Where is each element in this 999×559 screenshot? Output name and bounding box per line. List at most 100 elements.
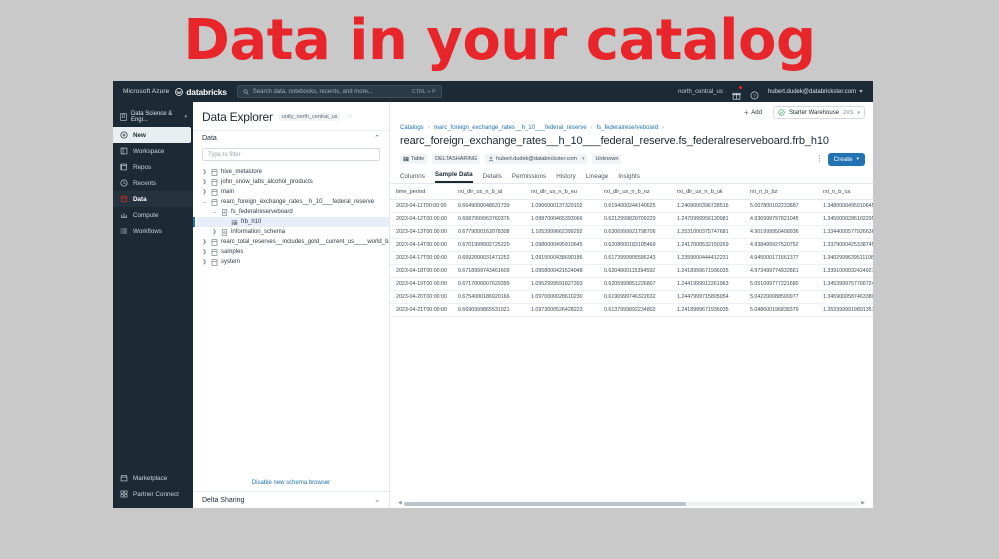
tab-sample-data[interactable]: Sample Data <box>434 171 473 183</box>
table-row[interactable]: 2023-04-21T00:00:00 0.6690999865531921 1… <box>390 303 873 317</box>
persona-switcher[interactable]: D Data Science & Engi... ▾ <box>113 107 193 127</box>
scrollbar-track[interactable] <box>403 501 860 506</box>
cell-value: 1.0906000137329102 <box>525 199 598 213</box>
create-button[interactable]: Create ▾ <box>827 152 865 166</box>
scrollbar-thumb[interactable] <box>403 501 687 506</box>
sidebar-item-repos[interactable]: Repos <box>113 159 193 175</box>
table-row[interactable]: 2023-04-13T00:00:00 0.6779000163078308 1… <box>390 225 873 239</box>
tree-item-label: hive_metastore <box>221 169 263 175</box>
chevron-right-icon[interactable]: ❯ <box>201 259 208 265</box>
cell-value: 1.2447999715805054 <box>671 290 744 304</box>
chevron-down-icon[interactable]: ⌄ <box>211 209 218 215</box>
cell-time-period: 2023-04-20T00:00:00 <box>390 290 452 304</box>
chevron-right-icon[interactable]: ❯ <box>211 229 218 235</box>
sidebar-item-partner-connect[interactable]: Partner Connect <box>113 486 193 502</box>
sidebar-item-new[interactable]: New <box>113 127 191 143</box>
scroll-left-icon[interactable]: ◀ <box>398 501 402 506</box>
repos-icon <box>120 163 127 171</box>
tree-item-hive-metastore[interactable]: ❯ hive_metastore <box>197 167 389 177</box>
tree-item-rearc-total-reserves[interactable]: ❯ rearc_total_reserves__includes_gold__c… <box>197 237 389 247</box>
add-button[interactable]: ＋ Add <box>738 106 767 119</box>
chevron-down-icon[interactable]: ▾ <box>579 156 585 162</box>
sidebar-item-marketplace[interactable]: Marketplace <box>113 470 193 486</box>
user-menu[interactable]: hubert.dudek@databrickster.com <box>768 89 863 95</box>
chevron-down-icon[interactable]: ⌄ <box>374 497 380 504</box>
table-row[interactable]: 2023-04-19T00:00:00 0.6717000007629395 1… <box>390 277 873 291</box>
tab-insights[interactable]: Insights <box>618 173 640 183</box>
persona-icon: D <box>120 113 127 121</box>
cell-value: 5.051099777221680 <box>744 277 817 291</box>
tab-permissions[interactable]: Permissions <box>512 173 546 183</box>
databricks-logo[interactable]: databricks <box>175 87 237 97</box>
tree-item-frb-h10[interactable]: frb_h10 <box>193 217 389 227</box>
object-owner-badge[interactable]: hubert.dudek@databrickster.com ▾ <box>485 154 588 164</box>
column-header-rxi-dlr-us-n-b-eu[interactable]: rxi_dlr_us_n_b_eu <box>525 184 598 200</box>
sidebar-item-workspace[interactable]: Workspace <box>113 143 193 159</box>
more-options-icon[interactable]: ⋮ <box>816 155 824 163</box>
delta-sharing-label: Delta Sharing <box>202 496 245 504</box>
column-header-rxi-dlr-us-n-b-uk[interactable]: rxi_dlr_us_n_b_uk <box>671 184 744 200</box>
table-row[interactable]: 2023-04-12T00:00:00 0.6687999963760376 1… <box>390 212 873 226</box>
global-search-input[interactable]: Search data, notebooks, recents, and mor… <box>236 85 442 98</box>
catalog-icon <box>211 178 218 186</box>
tree-filter-input[interactable]: Type to filter <box>202 148 380 161</box>
cell-value: 0.6717000007629395 <box>452 277 525 291</box>
column-header-time-period[interactable]: time_period <box>390 184 452 200</box>
breadcrumb: Catalogs › rearc_foreign_exchange_rates_… <box>390 123 873 135</box>
breadcrumb-item-schema[interactable]: fs_federalreserveboard <box>596 125 658 131</box>
chevron-right-icon[interactable]: ❯ <box>201 249 208 255</box>
warehouse-selector[interactable]: Starter Warehouse 2XS ▾ <box>772 106 865 119</box>
table-row[interactable]: 2023-04-20T00:00:00 0.6754000186920166 1… <box>390 290 873 304</box>
tab-lineage[interactable]: Lineage <box>586 173 608 183</box>
cell-value: 1.0970000028610230 <box>525 290 598 304</box>
sidebar-item-label: Compute <box>133 211 159 219</box>
cell-value: 5.007800102233887 <box>744 199 817 213</box>
trial-gift-icon[interactable] <box>732 86 742 100</box>
chevron-down-icon[interactable]: ▾ <box>857 110 860 116</box>
table-row[interactable]: 2023-04-18T00:00:00 0.6718999743461609 1… <box>390 264 873 278</box>
tree-item-information-schema[interactable]: ❯ information_schema <box>197 227 389 237</box>
tree-item-rearc-foreign-exchange-rates[interactable]: ⌄ rearc_foreign_exchange_rates__h_10___f… <box>197 197 389 207</box>
delta-sharing-section[interactable]: Delta Sharing ⌄ <box>193 491 389 508</box>
horizontal-scrollbar[interactable]: ◀ ▶ <box>398 501 865 506</box>
scroll-right-icon[interactable]: ▶ <box>861 501 865 506</box>
breadcrumb-item-catalog[interactable]: rearc_foreign_exchange_rates__h_10___fed… <box>434 125 587 131</box>
sidebar-item-workflows[interactable]: Workflows <box>113 223 193 239</box>
sidebar-item-label: Marketplace <box>133 474 168 482</box>
tree-item-john-snow-labs-alcohol-products[interactable]: ❯ john_snow_labs_alcohol_products <box>197 177 389 187</box>
workflows-icon <box>120 228 127 234</box>
chevron-up-icon[interactable]: ⌃ <box>374 135 380 142</box>
column-header-rxi-n-b-ca[interactable]: rxi_n_b_ca <box>817 184 873 200</box>
help-icon[interactable]: ? <box>750 87 759 100</box>
tree-item-samples[interactable]: ❯ samples <box>197 247 389 257</box>
column-header-rxi-dlr-us-n-b-nz[interactable]: rxi_dlr_us_n_b_nz <box>598 184 671 200</box>
chevron-down-icon[interactable]: ⌄ <box>201 199 208 205</box>
databricks-brand-label: databricks <box>186 86 227 97</box>
disable-schema-browser-link[interactable]: Disable new schema browser <box>193 476 389 491</box>
tab-history[interactable]: History <box>556 173 576 183</box>
tab-columns[interactable]: Columns <box>400 173 425 183</box>
tree-filter-placeholder: Type to filter <box>208 151 241 158</box>
table-row[interactable]: 2023-04-14T00:00:00 0.6701999902725220 1… <box>390 238 873 252</box>
column-header-rxi-dlr-us-n-b-al[interactable]: rxi_dlr_us_n_b_al <box>452 184 525 200</box>
sidebar-item-data[interactable]: Data <box>113 191 193 207</box>
metastore-extra-icon[interactable]: ◌◌ <box>346 114 352 120</box>
data-panel-header[interactable]: Data ⌃ <box>193 130 389 146</box>
tree-item-system[interactable]: ❯ system <box>197 257 389 267</box>
chevron-right-icon[interactable]: ❯ <box>201 189 208 195</box>
data-panel-label: Data <box>202 135 217 142</box>
catalog-icon <box>211 258 218 266</box>
chevron-right-icon[interactable]: ❯ <box>201 239 208 245</box>
table-row[interactable]: 2023-04-17T00:00:00 0.6692000031471252 1… <box>390 251 873 265</box>
table-row[interactable]: 2023-04-11T00:00:00 0.6649000048631739 1… <box>390 199 873 213</box>
chevron-right-icon[interactable]: ❯ <box>201 179 208 185</box>
sidebar-item-compute[interactable]: Compute <box>113 207 193 223</box>
sidebar-item-recents[interactable]: Recents <box>113 175 193 191</box>
tree-item-main[interactable]: ❯ main <box>197 187 389 197</box>
tab-details[interactable]: Details <box>483 173 502 183</box>
chevron-right-icon[interactable]: ❯ <box>201 169 208 175</box>
table-header: time_period rxi_dlr_us_n_b_al rxi_dlr_us… <box>390 184 873 200</box>
tree-item-fs-federalreserveboard[interactable]: ⌄ fs_federalreserveboard <box>197 207 389 217</box>
column-header-rxi-n-b-bz[interactable]: rxi_n_b_bz <box>744 184 817 200</box>
breadcrumb-item-catalogs[interactable]: Catalogs <box>400 125 424 131</box>
